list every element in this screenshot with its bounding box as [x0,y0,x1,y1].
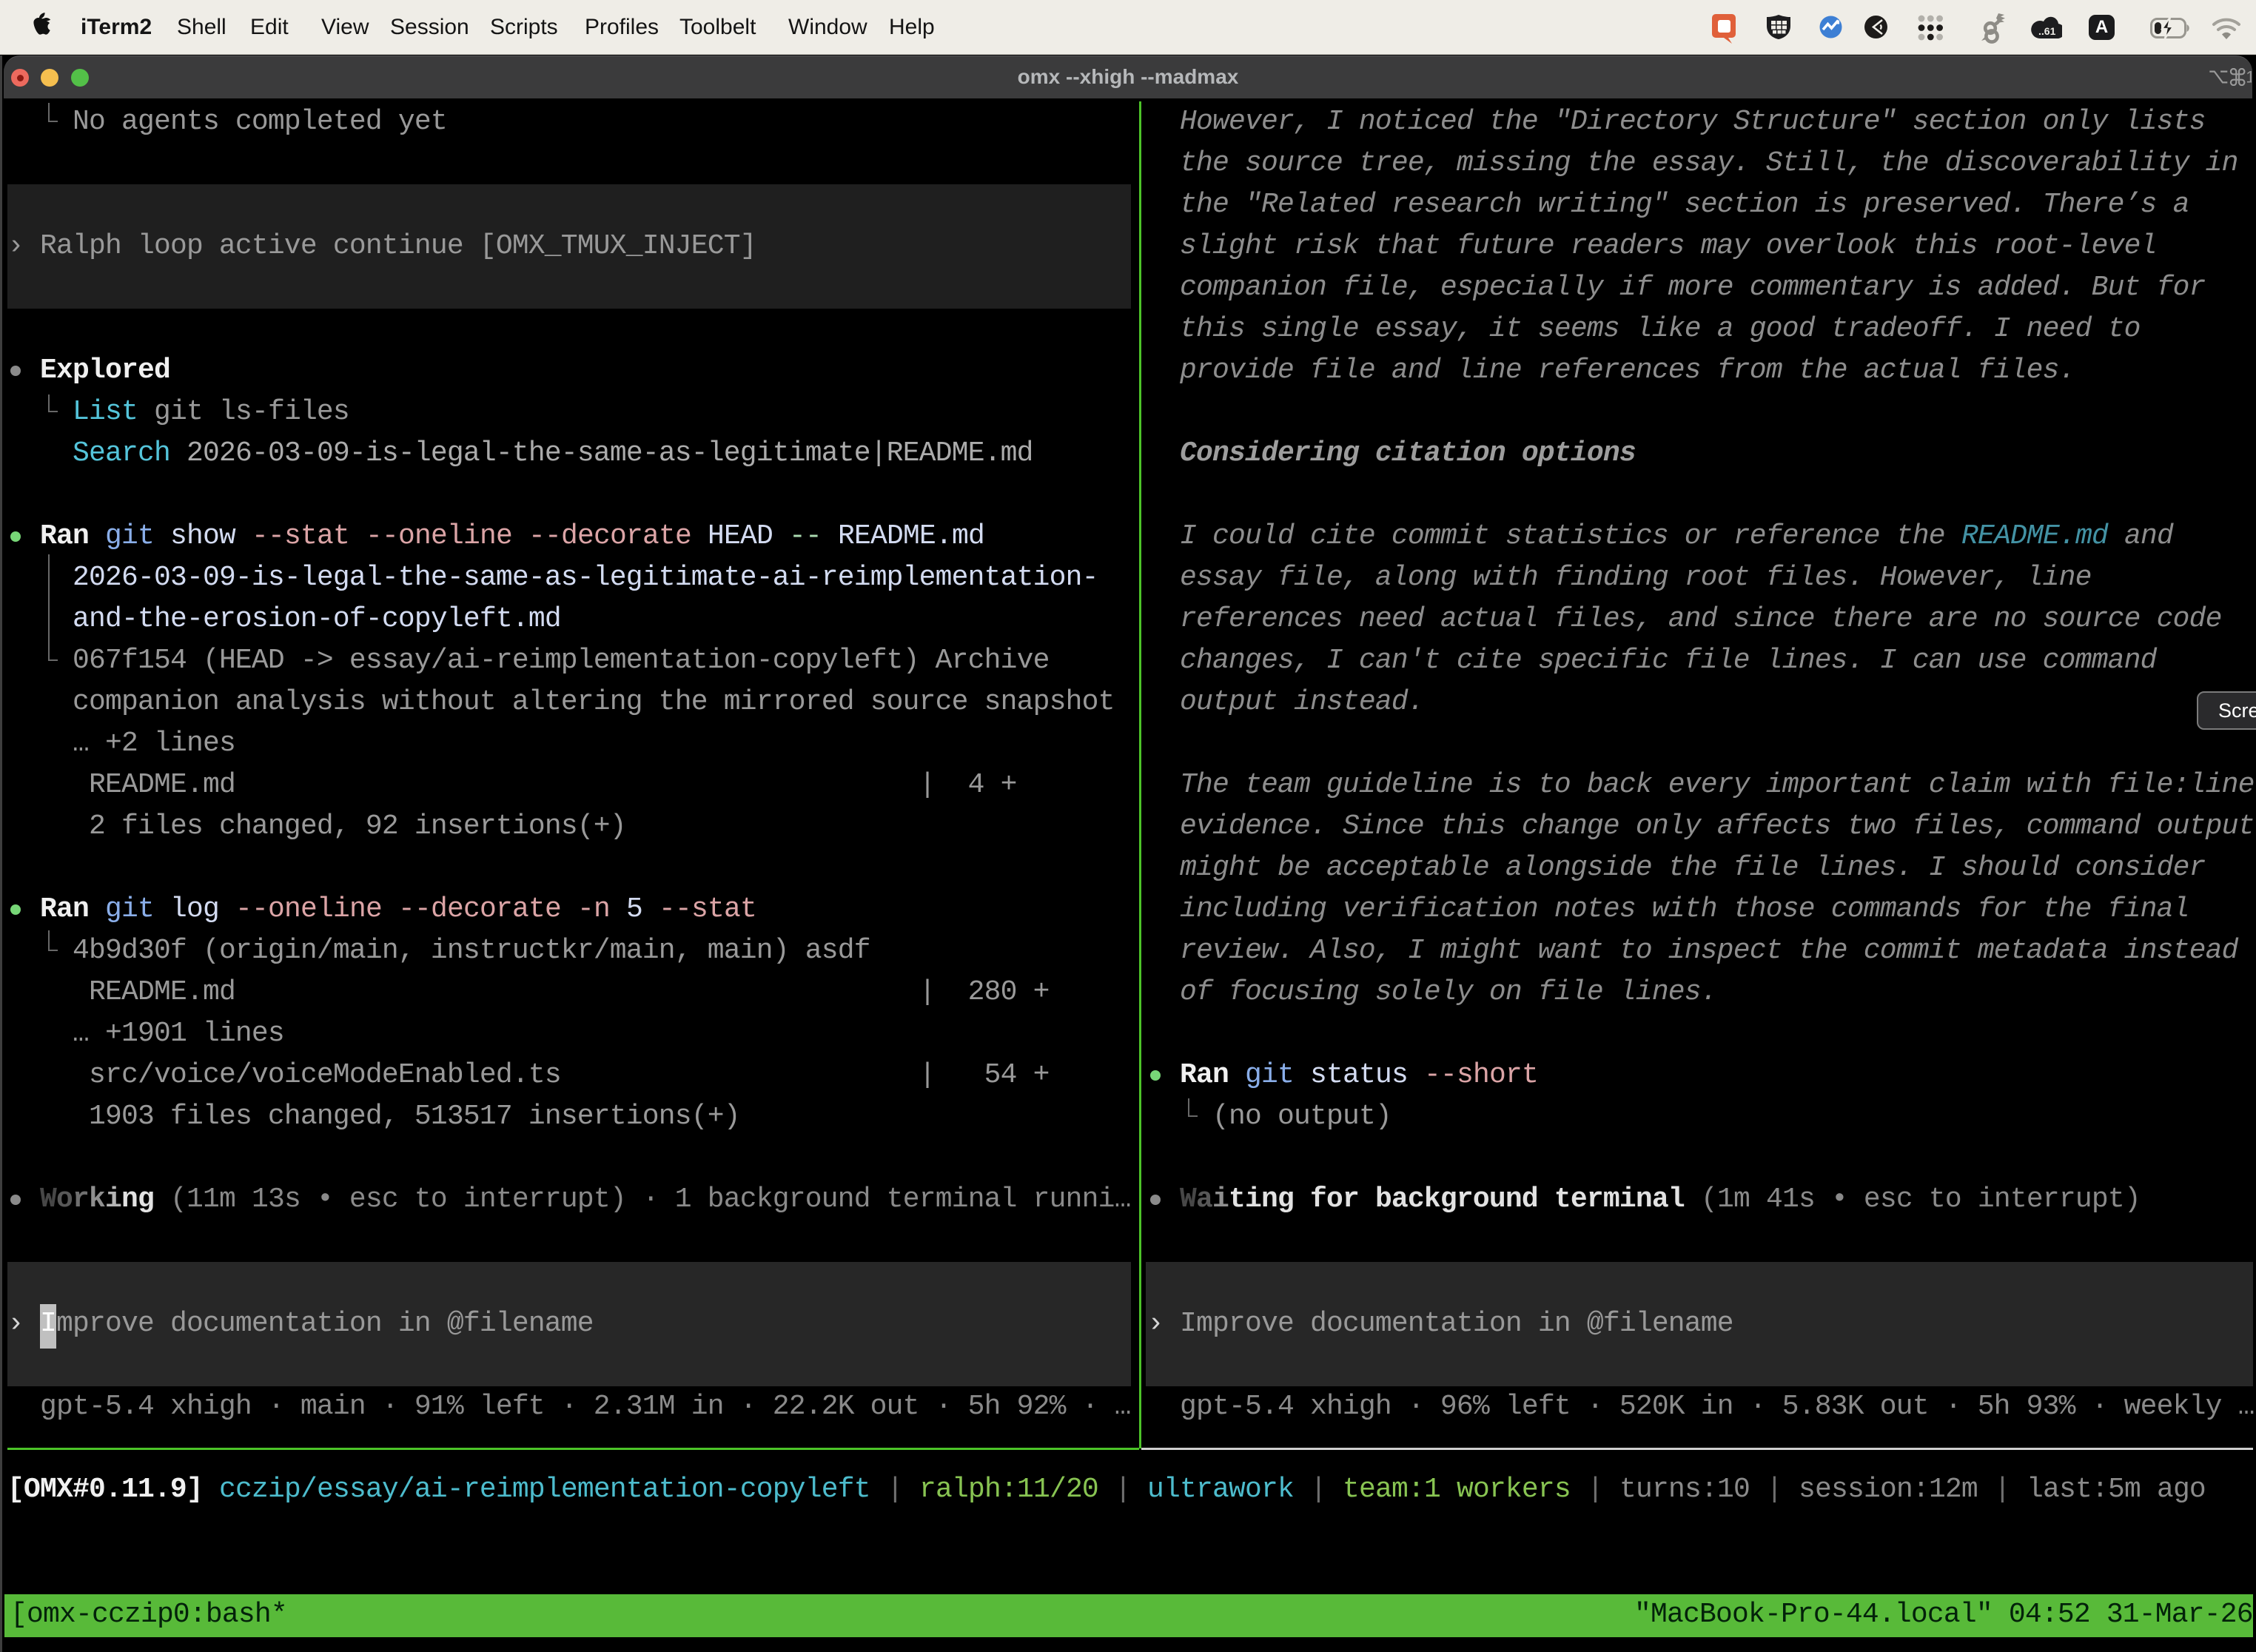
svg-text:1: 1 [2246,68,2252,86]
svg-text:..61: ..61 [2038,25,2056,37]
